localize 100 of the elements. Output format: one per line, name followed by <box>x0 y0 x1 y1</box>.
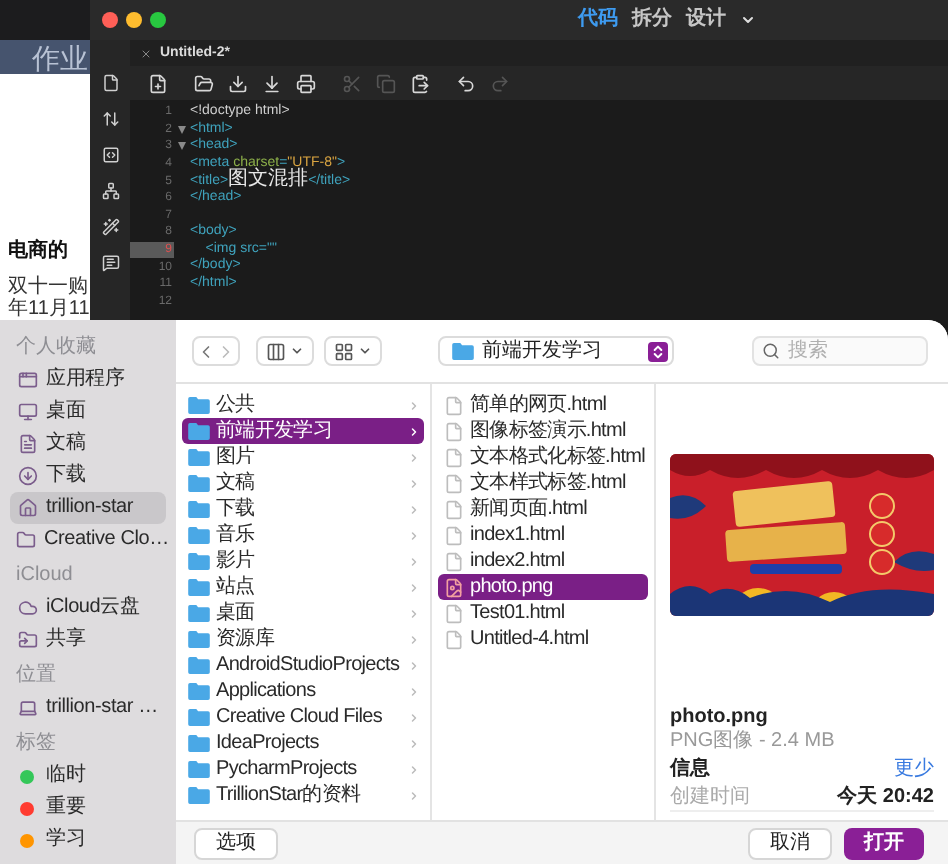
download-icon[interactable] <box>228 73 248 93</box>
code-icon[interactable] <box>101 146 119 164</box>
file-list-item[interactable]: index1.html <box>438 522 648 548</box>
fold-arrow-icon[interactable] <box>178 125 186 134</box>
article-text: 年11月11 <box>6 298 90 320</box>
show-less-link[interactable]: 更少 <box>894 758 934 782</box>
chevron-right-icon <box>408 711 420 723</box>
sidebar-heading: 标签 <box>14 732 58 758</box>
file-icon[interactable] <box>101 74 119 92</box>
info-value: 今天 20:42 <box>837 786 934 810</box>
file-list-item[interactable]: 桌面 <box>182 600 424 626</box>
arrows-icon[interactable] <box>101 110 119 128</box>
file-list-item[interactable]: 图片 <box>182 444 424 470</box>
clipboard-icon[interactable] <box>410 73 430 93</box>
folder-icon <box>188 656 210 674</box>
dropdown-caret-icon[interactable] <box>740 12 756 28</box>
file-list-item[interactable]: photo.png <box>438 574 648 600</box>
file-icon <box>444 447 464 467</box>
folder-icon <box>188 682 210 700</box>
file-list-item[interactable]: 资源库 <box>182 626 424 652</box>
article-text: 双十一购 <box>6 276 90 298</box>
minimize-button[interactable] <box>126 12 142 28</box>
tree-icon[interactable] <box>101 182 119 200</box>
file-list-item[interactable]: 影片 <box>182 548 424 574</box>
cloud-icon <box>17 598 37 618</box>
printer-icon[interactable] <box>296 73 316 93</box>
chevron-right-icon <box>408 763 420 775</box>
chevron-right-icon <box>408 659 420 671</box>
file-icon <box>444 473 464 493</box>
folder-icon <box>188 396 210 414</box>
view-mode-button[interactable] <box>256 336 314 366</box>
zoom-button[interactable] <box>150 12 166 28</box>
sidebar-item[interactable]: Creative Clo… <box>10 524 166 556</box>
file-list-item[interactable]: 公共 <box>182 392 424 418</box>
file-list-item[interactable]: Creative Cloud Files <box>182 704 424 730</box>
folder-icon <box>188 500 210 518</box>
folder-icon <box>188 422 210 440</box>
folder-icon <box>188 552 210 570</box>
laptop-icon <box>17 698 37 718</box>
grid-icon <box>334 341 354 361</box>
page-header: 作业 <box>32 41 88 74</box>
folder-icon <box>188 734 210 752</box>
close-tab-icon[interactable] <box>140 47 152 59</box>
location-popup[interactable]: 前端开发学习 <box>438 336 674 366</box>
file-list-item[interactable]: TrillionStar的资料 <box>182 782 424 808</box>
view-tab[interactable]: 设计 <box>686 8 726 32</box>
file-list-item[interactable]: Untitled-4.html <box>438 626 648 652</box>
download-icon[interactable] <box>262 73 282 93</box>
chevron-right-icon <box>408 477 420 489</box>
file-icon <box>444 603 464 623</box>
undo-icon[interactable] <box>456 73 476 93</box>
view-tab[interactable]: 拆分 <box>632 8 672 32</box>
sidebar-item[interactable]: trillion-star <box>10 492 166 524</box>
close-button[interactable] <box>102 12 118 28</box>
sidebar-item[interactable]: 共享 <box>10 624 166 656</box>
search-icon <box>762 342 780 360</box>
cancel-button[interactable]: 取消 <box>748 827 832 859</box>
sidebar-item[interactable]: iCloud云盘 <box>10 592 166 624</box>
file-list-item[interactable]: 站点 <box>182 574 424 600</box>
file-list-item[interactable]: 文本格式化标签.html <box>438 444 648 470</box>
search-field[interactable]: 搜索 <box>752 336 928 366</box>
file-type: PNG图像 - 2.4 MB <box>670 730 837 754</box>
sidebar-item[interactable]: 学习 <box>10 824 166 856</box>
file-list-item[interactable]: 图像标签演示.html <box>438 418 648 444</box>
file-list-item[interactable]: 简单的网页.html <box>438 392 648 418</box>
file-icon <box>444 551 464 571</box>
group-button[interactable] <box>324 336 382 366</box>
chevron-right-icon <box>408 789 420 801</box>
wand-icon[interactable] <box>101 218 119 236</box>
file-list-item[interactable]: Test01.html <box>438 600 648 626</box>
view-tab[interactable]: 代码 <box>578 8 618 32</box>
folder-icon <box>188 630 210 648</box>
file-list-item[interactable]: 前端开发学习 <box>182 418 424 444</box>
sidebar-item[interactable]: 下载 <box>10 460 166 492</box>
file-list-item[interactable]: IdeaProjects <box>182 730 424 756</box>
folder-icon[interactable] <box>194 73 214 93</box>
file-list-item[interactable]: Applications <box>182 678 424 704</box>
chevron-right-icon <box>408 607 420 619</box>
sidebar-item[interactable]: 桌面 <box>10 396 166 428</box>
fold-arrow-icon[interactable] <box>178 142 186 151</box>
sidebar-item[interactable]: 应用程序 <box>10 364 166 396</box>
options-button[interactable]: 选项 <box>194 827 278 859</box>
open-button[interactable]: 打开 <box>844 827 924 859</box>
file-list-item[interactable]: PycharmProjects <box>182 756 424 782</box>
sidebar-item[interactable]: 临时 <box>10 760 166 792</box>
chevron-right-icon <box>408 555 420 567</box>
file-list-item[interactable]: 新闻页面.html <box>438 496 648 522</box>
new-file-icon[interactable] <box>148 73 168 93</box>
home-icon <box>17 498 37 518</box>
sidebar-item[interactable]: 重要 <box>10 792 166 824</box>
file-list-item[interactable]: index2.html <box>438 548 648 574</box>
sidebar-item[interactable]: trillion-star … <box>10 692 166 724</box>
sidebar-item[interactable]: 文稿 <box>10 428 166 460</box>
file-list-item[interactable]: AndroidStudioProjects <box>182 652 424 678</box>
file-list-item[interactable]: 音乐 <box>182 522 424 548</box>
file-list-item[interactable]: 文稿 <box>182 470 424 496</box>
file-list-item[interactable]: 文本样式标签.html <box>438 470 648 496</box>
comment-icon[interactable] <box>101 254 119 272</box>
file-list-item[interactable]: 下载 <box>182 496 424 522</box>
folder-icon <box>188 604 210 622</box>
